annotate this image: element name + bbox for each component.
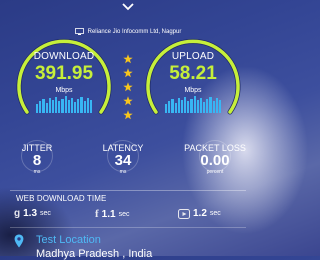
graph-bar [171, 99, 174, 113]
star-icon [123, 107, 133, 120]
graph-bar [67, 100, 70, 113]
divider [10, 227, 246, 228]
computer-icon [74, 28, 84, 35]
rating-stars [119, 51, 137, 121]
star-icon [123, 79, 133, 92]
google-download-time: g 1.3 sec [14, 208, 51, 219]
upload-graph [165, 95, 222, 113]
packet-loss-unit: percent [206, 169, 224, 175]
graph-bar [83, 101, 86, 113]
divider [10, 190, 246, 191]
graph-bar [165, 104, 168, 113]
graph-bar [190, 99, 193, 113]
graph-bar [174, 103, 177, 113]
graph-bar [177, 98, 180, 113]
packet-loss-metric: PACKET LOSS 0.00 percent [180, 140, 250, 175]
upload-value: 58.21 [169, 63, 217, 84]
packet-loss-value: 0.00 [200, 152, 230, 169]
facebook-time-value: 1.1 [101, 208, 116, 220]
google-icon: g [14, 208, 21, 219]
metrics-row: JITTER 8 ms LATENCY 34 ms PACKET LOSS 0.… [0, 140, 256, 186]
google-time-value: 1.3 [23, 208, 38, 219]
upload-label: UPLOAD [171, 51, 215, 62]
youtube-download-time: 1.2 sec [178, 208, 221, 219]
download-label: DOWNLOAD [33, 51, 95, 62]
graph-bar [187, 101, 190, 113]
star-icon [123, 51, 133, 64]
latency-unit: ms [119, 169, 127, 175]
latency-value: 34 [114, 152, 132, 169]
collapse-chevron-icon[interactable] [0, 2, 256, 18]
graph-bar [74, 102, 77, 113]
jitter-unit: ms [33, 169, 41, 175]
download-value: 391.95 [34, 63, 94, 84]
graph-bar [206, 99, 209, 113]
graph-bar [209, 97, 212, 113]
graph-bar [199, 98, 203, 113]
graph-bar [45, 103, 48, 113]
graph-bar [212, 101, 215, 113]
graph-bar [61, 99, 64, 113]
graph-bar [42, 99, 45, 113]
graph-bar [36, 104, 39, 113]
youtube-time-unit: sec [209, 210, 221, 217]
star-icon [123, 65, 133, 78]
graph-bar [70, 98, 74, 113]
upload-unit: Mbps [184, 87, 202, 94]
graph-bar [218, 100, 222, 113]
graph-bar [51, 100, 55, 113]
graph-bar [168, 101, 171, 113]
provider-name: Reliance Jio Infocomm Ltd, Nagpur [87, 28, 182, 35]
jitter-metric: JITTER 8 ms [2, 140, 72, 175]
web-download-row: g 1.3 sec f 1.1 sec 1.2 sec [0, 208, 256, 222]
web-download-title: WEB DOWNLOAD TIME [16, 194, 107, 203]
facebook-time-unit: sec [118, 210, 130, 218]
graph-bar [196, 100, 199, 113]
upload-gauge: UPLOAD 58.21 Mbps [143, 37, 243, 123]
graph-bar [58, 101, 61, 113]
latency-metric: LATENCY 34 ms [88, 140, 158, 175]
download-gauge: DOWNLOAD 391.95 Mbps [14, 37, 114, 123]
graph-bar [48, 98, 51, 113]
test-location-value: Madhya Pradesh , India [36, 248, 153, 260]
graph-bar [55, 97, 58, 113]
star-icon [123, 93, 133, 106]
download-graph [36, 95, 93, 113]
graph-bar [203, 102, 206, 113]
graph-bar [193, 96, 196, 113]
youtube-time-value: 1.2 [193, 208, 207, 219]
graph-bar [77, 99, 80, 113]
graph-bar [86, 98, 89, 113]
jitter-value: 8 [32, 152, 42, 169]
youtube-icon [178, 208, 190, 219]
graph-bar [80, 97, 83, 113]
test-location-title[interactable]: Test Location [36, 234, 101, 246]
graph-bar [39, 101, 42, 113]
graph-bar [89, 100, 93, 113]
graph-bar [64, 96, 67, 113]
facebook-icon: f [95, 208, 99, 220]
download-unit: Mbps [55, 87, 73, 94]
graph-bar [215, 98, 218, 113]
provider-info: Reliance Jio Infocomm Ltd, Nagpur [0, 28, 256, 35]
graph-bar [180, 100, 184, 113]
facebook-download-time: f 1.1 sec [95, 208, 129, 220]
google-time-unit: sec [40, 210, 51, 217]
graph-bar [184, 97, 187, 113]
location-pin-icon [14, 234, 24, 248]
